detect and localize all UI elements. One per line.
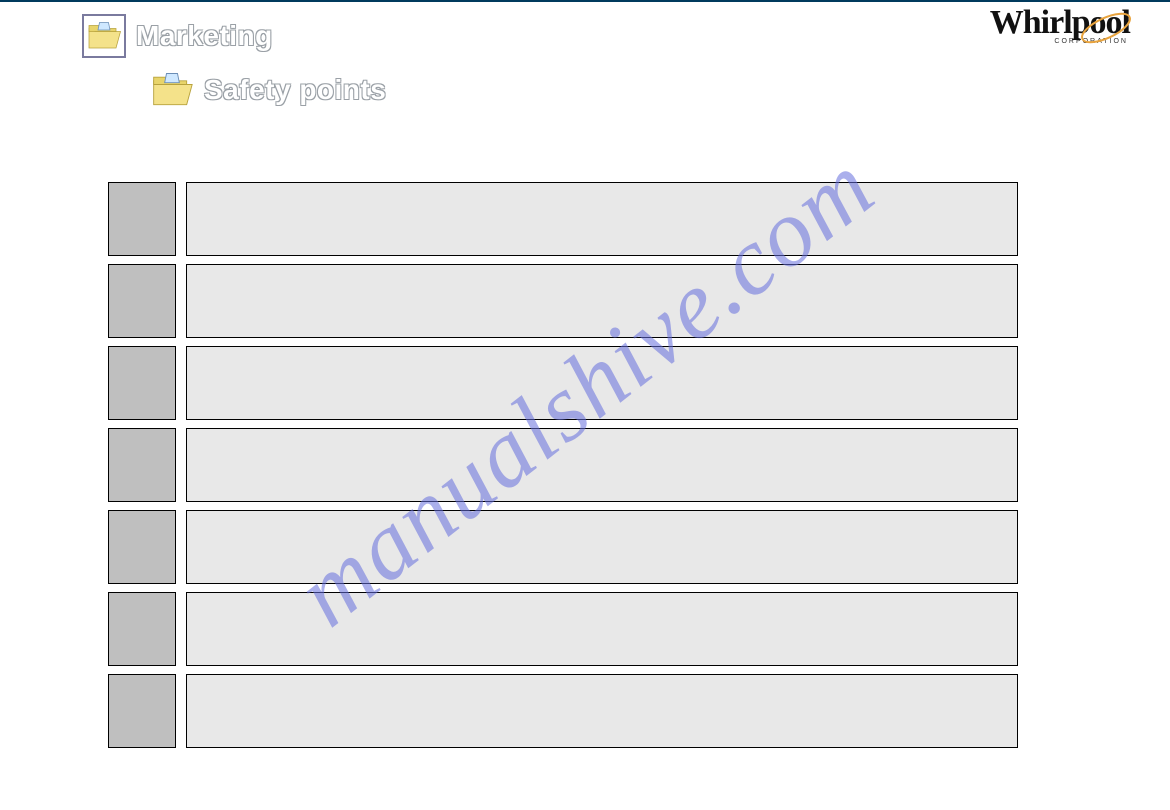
safety-point-text: [186, 592, 1018, 666]
safety-point-row: [108, 346, 1018, 420]
safety-point-text: [186, 182, 1018, 256]
safety-point-icon-placeholder: [108, 264, 176, 338]
safety-point-row: [108, 264, 1018, 338]
safety-points-list: [108, 182, 1018, 756]
safety-point-icon-placeholder: [108, 510, 176, 584]
whirlpool-logo: Whirlpool CORPORATION: [990, 6, 1130, 45]
breadcrumb-level-1: Marketing: [82, 14, 273, 58]
breadcrumb-level-2: Safety points: [150, 68, 386, 112]
breadcrumb-level-1-label: Marketing: [136, 20, 273, 52]
folder-open-icon: [150, 68, 194, 112]
safety-point-row: [108, 592, 1018, 666]
safety-point-row: [108, 182, 1018, 256]
safety-point-icon-placeholder: [108, 674, 176, 748]
logo-brand-text: Whirlpool: [990, 4, 1130, 41]
top-divider: [0, 0, 1170, 2]
breadcrumb-level-2-label: Safety points: [204, 74, 386, 106]
folder-open-icon: [82, 14, 126, 58]
safety-point-text: [186, 346, 1018, 420]
safety-point-icon-placeholder: [108, 346, 176, 420]
safety-point-text: [186, 264, 1018, 338]
safety-point-row: [108, 674, 1018, 748]
safety-point-row: [108, 510, 1018, 584]
safety-point-text: [186, 510, 1018, 584]
safety-point-icon-placeholder: [108, 182, 176, 256]
safety-point-text: [186, 428, 1018, 502]
safety-point-icon-placeholder: [108, 428, 176, 502]
safety-point-text: [186, 674, 1018, 748]
safety-point-row: [108, 428, 1018, 502]
safety-point-icon-placeholder: [108, 592, 176, 666]
